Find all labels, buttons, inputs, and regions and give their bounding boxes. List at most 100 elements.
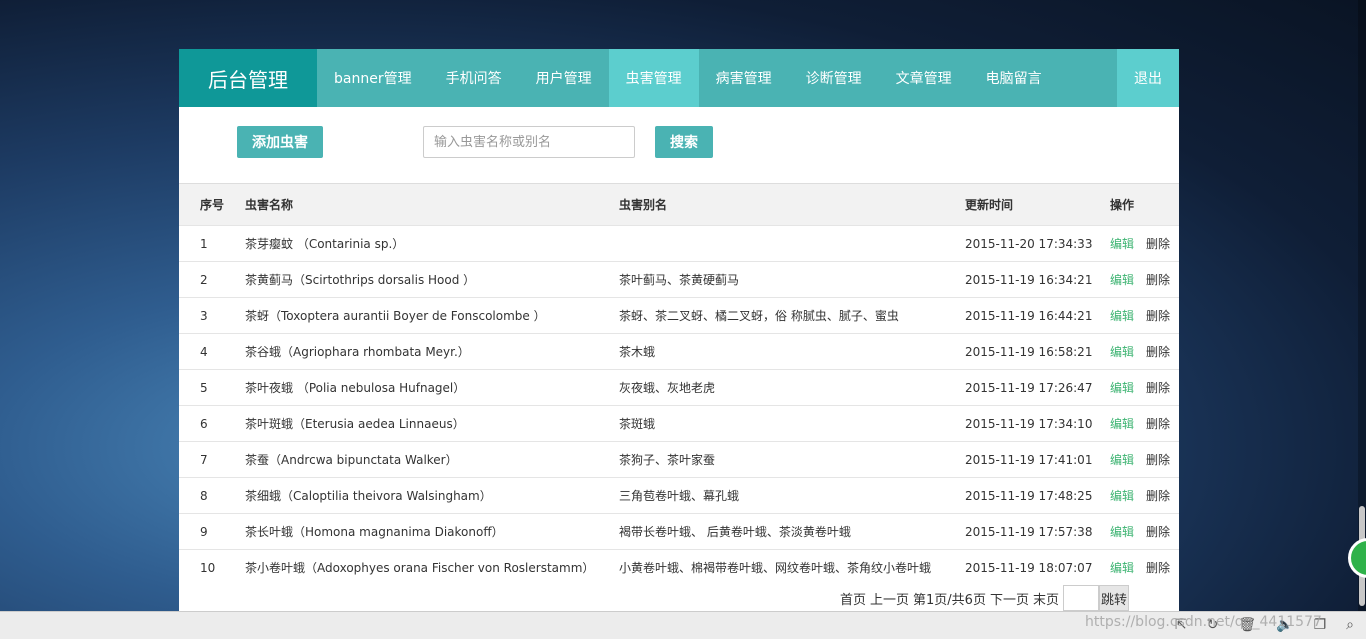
row-pest-alias bbox=[619, 226, 965, 262]
table-row: 9 茶长叶蛾（Homona magnanima Diakonoff） 褐带长卷叶蛾、… bbox=[179, 513, 1179, 550]
row-update-time: 2015-11-19 16:44:21 bbox=[965, 308, 1093, 323]
row-update-time: 2015-11-19 18:07:07 bbox=[965, 560, 1093, 575]
next-page-link[interactable]: 下一页 bbox=[990, 589, 1029, 608]
header-actions: 操作 bbox=[1110, 198, 1135, 212]
row-actions: 编辑 删除 bbox=[1110, 442, 1179, 478]
row-pest-name: 茶黄蓟马（Scirtothrips dorsalis Hood ） bbox=[245, 273, 476, 287]
page-info: 第1页/共6页 bbox=[913, 592, 986, 608]
brand-title: 后台管理 bbox=[179, 49, 317, 107]
pagination: 首页 上一页 第1页/共6页 下一页 末页 跳转 bbox=[836, 585, 1129, 611]
nav-pc-messages[interactable]: 电脑留言 bbox=[969, 49, 1059, 107]
delete-link[interactable]: 删除 bbox=[1146, 309, 1170, 323]
edit-link[interactable]: 编辑 bbox=[1110, 489, 1134, 503]
row-pest-alias: 灰夜蛾、灰地老虎 bbox=[619, 381, 716, 395]
nav-users[interactable]: 用户管理 bbox=[519, 49, 609, 107]
watermark-text: https://blog.csdn.net/qq_4411577 bbox=[1085, 614, 1322, 630]
row-pest-name: 茶芽瘿蚊 （Contarinia sp.） bbox=[245, 237, 405, 251]
row-pest-alias: 茶叶蓟马、茶黄硬蓟马 bbox=[619, 273, 740, 287]
row-update-time: 2015-11-20 17:34:33 bbox=[965, 236, 1093, 251]
row-index: 2 bbox=[200, 272, 208, 287]
page-number-input[interactable] bbox=[1063, 585, 1099, 611]
logout-button[interactable]: 退出 bbox=[1117, 49, 1179, 107]
nav-diseases[interactable]: 病害管理 bbox=[699, 49, 789, 107]
row-pest-alias: 茶蚜、茶二叉蚜、橘二叉蚜，俗 称腻虫、腻子、蜜虫 bbox=[619, 309, 899, 323]
edit-link[interactable]: 编辑 bbox=[1110, 561, 1134, 575]
row-index: 6 bbox=[200, 416, 208, 431]
nav-banner[interactable]: banner管理 bbox=[317, 49, 429, 107]
row-index: 10 bbox=[200, 560, 216, 575]
table-row: 6 茶叶斑蛾（Eterusia aedea Linnaeus） 茶斑蛾 2015-11… bbox=[179, 405, 1179, 442]
row-actions: 编辑 删除 bbox=[1110, 550, 1179, 586]
delete-link[interactable]: 删除 bbox=[1146, 561, 1170, 575]
edit-link[interactable]: 编辑 bbox=[1110, 525, 1134, 539]
row-actions: 编辑 删除 bbox=[1110, 478, 1179, 514]
jump-button[interactable]: 跳转 bbox=[1099, 585, 1129, 611]
edit-link[interactable]: 编辑 bbox=[1110, 273, 1134, 287]
delete-link[interactable]: 删除 bbox=[1146, 237, 1170, 251]
nav-articles[interactable]: 文章管理 bbox=[879, 49, 969, 107]
row-update-time: 2015-11-19 17:34:10 bbox=[965, 416, 1093, 431]
table-header-row: 序号 虫害名称 虫害别名 更新时间 操作 bbox=[179, 183, 1179, 226]
row-update-time: 2015-11-19 17:41:01 bbox=[965, 452, 1093, 467]
admin-window: 后台管理 banner管理 手机问答 用户管理 虫害管理 病害管理 诊断管理 文… bbox=[179, 49, 1179, 611]
nav-mobile-qa[interactable]: 手机问答 bbox=[429, 49, 519, 107]
row-pest-name: 茶谷蛾（Agriophara rhombata Meyr.） bbox=[245, 345, 470, 359]
row-index: 4 bbox=[200, 344, 208, 359]
delete-link[interactable]: 删除 bbox=[1146, 453, 1170, 467]
row-actions: 编辑 删除 bbox=[1110, 514, 1179, 550]
table-row: 8 茶细蛾（Caloptilia theivora Walsingham） 三角苞卷… bbox=[179, 477, 1179, 514]
row-update-time: 2015-11-19 16:34:21 bbox=[965, 272, 1093, 287]
prev-page-link[interactable]: 上一页 bbox=[870, 589, 909, 608]
row-pest-name: 茶小卷叶蛾（Adoxophyes orana Fischer von Rosle… bbox=[245, 561, 595, 576]
row-pest-alias: 三角苞卷叶蛾、幕孔蛾 bbox=[619, 489, 740, 503]
row-actions: 编辑 删除 bbox=[1110, 370, 1179, 406]
row-pest-name: 茶蚜（Toxoptera aurantii Boyer de Fonscolom… bbox=[245, 309, 546, 323]
toolbar: 添加虫害 搜索 bbox=[179, 107, 1179, 183]
edit-link[interactable]: 编辑 bbox=[1110, 453, 1134, 467]
row-actions: 编辑 删除 bbox=[1110, 226, 1179, 262]
row-index: 1 bbox=[200, 236, 208, 251]
row-pest-alias: 茶狗子、茶叶家蚕 bbox=[619, 453, 716, 467]
row-pest-name: 茶长叶蛾（Homona magnanima Diakonoff） bbox=[245, 525, 504, 539]
delete-link[interactable]: 删除 bbox=[1146, 381, 1170, 395]
delete-link[interactable]: 删除 bbox=[1146, 489, 1170, 503]
edit-link[interactable]: 编辑 bbox=[1110, 381, 1134, 395]
search-button[interactable]: 搜索 bbox=[655, 126, 713, 158]
edit-link[interactable]: 编辑 bbox=[1110, 309, 1134, 323]
row-pest-alias: 茶斑蛾 bbox=[619, 417, 656, 431]
row-index: 3 bbox=[200, 308, 208, 323]
row-pest-alias: 小黄卷叶蛾、棉褐带卷叶蛾、网纹卷叶蛾、茶角纹小卷叶蛾 bbox=[619, 561, 932, 576]
search-input[interactable] bbox=[423, 126, 635, 158]
top-navbar: 后台管理 banner管理 手机问答 用户管理 虫害管理 病害管理 诊断管理 文… bbox=[179, 49, 1179, 107]
delete-link[interactable]: 删除 bbox=[1146, 273, 1170, 287]
row-actions: 编辑 删除 bbox=[1110, 406, 1179, 442]
nav-diagnosis[interactable]: 诊断管理 bbox=[789, 49, 879, 107]
row-update-time: 2015-11-19 17:26:47 bbox=[965, 380, 1093, 395]
search-icon[interactable]: ⌕ bbox=[1346, 617, 1354, 633]
edit-link[interactable]: 编辑 bbox=[1110, 345, 1134, 359]
row-actions: 编辑 删除 bbox=[1110, 334, 1179, 370]
first-page-link[interactable]: 首页 bbox=[840, 589, 866, 608]
header-time: 更新时间 bbox=[965, 198, 1014, 212]
row-update-time: 2015-11-19 16:58:21 bbox=[965, 344, 1093, 359]
row-pest-alias: 褐带长卷叶蛾、 后黄卷叶蛾、茶淡黄卷叶蛾 bbox=[619, 525, 851, 539]
row-index: 7 bbox=[200, 452, 208, 467]
header-alias: 虫害别名 bbox=[619, 198, 668, 212]
pest-table: 序号 虫害名称 虫害别名 更新时间 操作 1 茶芽瘿蚊 （Contarinia s… bbox=[179, 183, 1179, 586]
add-pest-button[interactable]: 添加虫害 bbox=[237, 126, 323, 158]
row-actions: 编辑 删除 bbox=[1110, 298, 1179, 334]
edit-link[interactable]: 编辑 bbox=[1110, 237, 1134, 251]
row-pest-name: 茶蚕（Andrcwa bipunctata Walker） bbox=[245, 453, 458, 467]
row-update-time: 2015-11-19 17:48:25 bbox=[965, 488, 1093, 503]
row-update-time: 2015-11-19 17:57:38 bbox=[965, 524, 1093, 539]
delete-link[interactable]: 删除 bbox=[1146, 525, 1170, 539]
delete-link[interactable]: 删除 bbox=[1146, 345, 1170, 359]
table-row: 1 茶芽瘿蚊 （Contarinia sp.） 2015-11-20 17:34:3… bbox=[179, 225, 1179, 262]
nav-pests[interactable]: 虫害管理 bbox=[608, 49, 699, 107]
row-pest-name: 茶叶斑蛾（Eterusia aedea Linnaeus） bbox=[245, 417, 465, 431]
floating-action-button[interactable] bbox=[1348, 538, 1366, 578]
edit-link[interactable]: 编辑 bbox=[1110, 417, 1134, 431]
row-pest-alias: 茶木蛾 bbox=[619, 345, 656, 359]
delete-link[interactable]: 删除 bbox=[1146, 417, 1170, 431]
last-page-link[interactable]: 末页 bbox=[1033, 589, 1059, 608]
